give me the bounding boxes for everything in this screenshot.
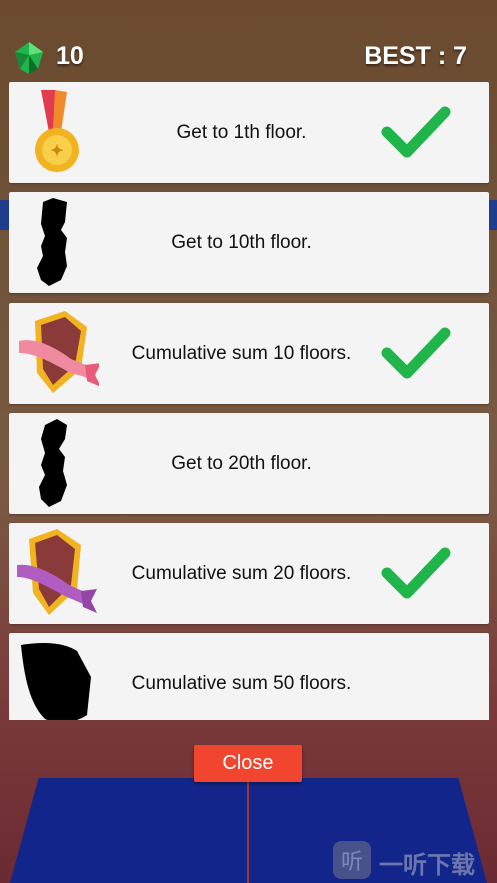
green-gem-icon bbox=[15, 42, 43, 74]
achievement-card: Cumulative sum 10 floors. bbox=[9, 303, 489, 404]
check-icon bbox=[381, 106, 451, 158]
gem-count: 10 bbox=[56, 42, 84, 70]
locked-silhouette-icon bbox=[37, 198, 67, 286]
check-icon bbox=[381, 547, 451, 599]
watermark-logo: 听 一听下载 bbox=[333, 841, 493, 881]
achievement-label: Cumulative sum 50 floors. bbox=[131, 672, 352, 694]
locked-shield-silhouette-icon bbox=[21, 643, 91, 720]
shield-pink-ribbon-icon bbox=[19, 311, 99, 393]
gold-medal-icon: ✦ bbox=[35, 90, 79, 172]
achievement-label: Get to 10th floor. bbox=[171, 231, 312, 253]
locked-silhouette-icon bbox=[39, 419, 67, 507]
achievement-list[interactable]: ✦ Get to 1th floor. Get to 10th floor. C… bbox=[9, 82, 489, 720]
achievement-card: Cumulative sum 20 floors. bbox=[9, 523, 489, 624]
watermark-icon: 听 bbox=[333, 841, 371, 879]
close-button[interactable]: Close bbox=[194, 745, 302, 782]
top-bar: 10 BEST : 7 bbox=[0, 0, 497, 80]
background-net-line bbox=[247, 778, 249, 883]
achievement-card: Get to 10th floor. bbox=[9, 192, 489, 293]
achievement-card: Cumulative sum 50 floors. bbox=[9, 633, 489, 720]
achievement-label: Cumulative sum 20 floors. bbox=[131, 562, 352, 584]
achievement-card: ✦ Get to 1th floor. bbox=[9, 82, 489, 183]
watermark-text: 一听下载 bbox=[379, 852, 475, 879]
achievement-card: Get to 20th floor. bbox=[9, 413, 489, 514]
achievement-label: Get to 1th floor. bbox=[176, 121, 307, 143]
svg-text:✦: ✦ bbox=[50, 143, 63, 160]
best-score: BEST : 7 bbox=[364, 42, 467, 70]
check-icon bbox=[381, 327, 451, 379]
shield-purple-ribbon-icon bbox=[17, 529, 97, 615]
achievement-label: Get to 20th floor. bbox=[171, 452, 312, 474]
achievement-label: Cumulative sum 10 floors. bbox=[131, 342, 352, 364]
